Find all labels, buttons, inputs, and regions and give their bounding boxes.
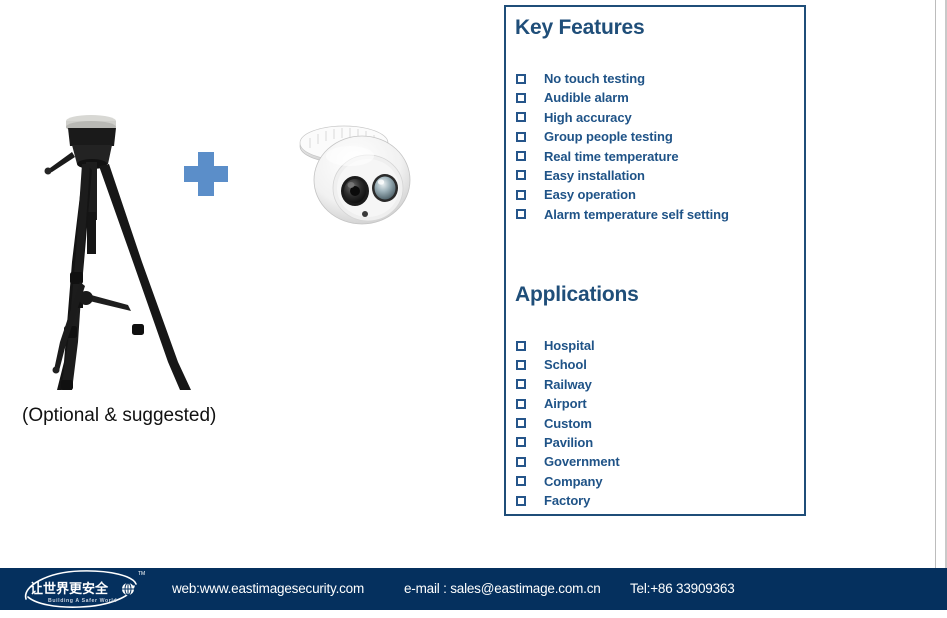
list-item-label: High accuracy: [544, 109, 632, 125]
list-item: No touch testing: [516, 69, 729, 88]
checkbox-icon: [516, 456, 526, 467]
list-item-label: Government: [544, 454, 620, 470]
checkbox-icon: [516, 340, 526, 351]
checkbox-icon: [516, 170, 526, 181]
product-image-area: (Optional & suggested): [0, 0, 495, 560]
logo-chinese-text: 让世界更安全: [30, 581, 109, 597]
tripod-caption: (Optional & suggested): [22, 405, 217, 426]
list-item: Company: [516, 472, 620, 491]
applications-heading: Applications: [515, 283, 639, 306]
list-item-label: No touch testing: [544, 71, 645, 86]
list-item: Airport: [516, 394, 620, 413]
footer-email[interactable]: e-mail : sales@eastimage.com.cn: [404, 581, 601, 596]
checkbox-icon: [516, 437, 526, 448]
checkbox-icon: [516, 379, 526, 390]
checkbox-icon: [516, 131, 526, 142]
list-item-label: Airport: [544, 396, 587, 412]
checkbox-icon: [516, 495, 526, 506]
checkbox-icon: [516, 92, 526, 103]
company-logo: 让世界更安全 Building A Safer World TM: [18, 566, 150, 612]
list-item: Pavilion: [516, 433, 620, 452]
slide-canvas: (Optional & suggested) Key Features No t…: [0, 0, 947, 618]
checkbox-icon: [516, 418, 526, 429]
list-item: Easy operation: [516, 185, 729, 204]
checkbox-icon: [516, 189, 526, 200]
footer-bar: 让世界更安全 Building A Safer World TM web:www…: [0, 568, 947, 610]
list-item-label: Easy installation: [544, 167, 645, 183]
checkbox-icon: [516, 112, 526, 123]
list-item-label: Hospital: [544, 338, 595, 353]
key-features-list: No touch testing Audible alarm High accu…: [516, 69, 729, 224]
list-item: Real time temperature: [516, 147, 729, 166]
list-item: Audible alarm: [516, 88, 729, 107]
list-item-label: Pavilion: [544, 434, 594, 450]
list-item-label: Factory: [544, 493, 591, 509]
list-item: Railway: [516, 375, 620, 394]
list-item-label: School: [544, 357, 587, 373]
checkbox-icon: [516, 151, 526, 162]
page-edge-rule: [935, 0, 936, 568]
list-item: School: [516, 355, 620, 374]
list-item-label: Real time temperature: [544, 148, 679, 164]
list-item-label: Custom: [544, 415, 592, 431]
plus-sign-icon: [184, 152, 228, 196]
list-item: Alarm temperature self setting: [516, 205, 729, 224]
list-item: Factory: [516, 491, 620, 510]
footer-website[interactable]: web:www.eastimagesecurity.com: [172, 581, 364, 596]
checkbox-icon: [516, 398, 526, 409]
list-item-label: Alarm temperature self setting: [544, 206, 729, 222]
list-item-label: Company: [544, 473, 603, 489]
checkbox-icon: [516, 73, 526, 84]
list-item-label: Railway: [544, 376, 592, 392]
list-item-label: Audible alarm: [544, 90, 629, 106]
list-item: Hospital: [516, 336, 620, 355]
checkbox-icon: [516, 359, 526, 370]
checkbox-icon: [516, 476, 526, 487]
footer-telephone: Tel:+86 33909363: [630, 581, 735, 596]
list-item-label: Group people testing: [544, 129, 673, 145]
list-item-label: Easy operation: [544, 187, 636, 203]
applications-list: Hospital School Railway Airport Custom P…: [516, 336, 620, 511]
dome-camera-image: [288, 118, 434, 230]
key-features-heading: Key Features: [515, 16, 645, 39]
checkbox-icon: [516, 209, 526, 220]
features-applications-panel: Key Features No touch testing Audible al…: [504, 5, 806, 516]
list-item: Group people testing: [516, 127, 729, 146]
list-item: Easy installation: [516, 166, 729, 185]
list-item: Government: [516, 452, 620, 471]
list-item: High accuracy: [516, 108, 729, 127]
list-item: Custom: [516, 414, 620, 433]
logo-trademark-text: TM: [138, 571, 145, 577]
logo-tagline-text: Building A Safer World: [48, 598, 117, 604]
